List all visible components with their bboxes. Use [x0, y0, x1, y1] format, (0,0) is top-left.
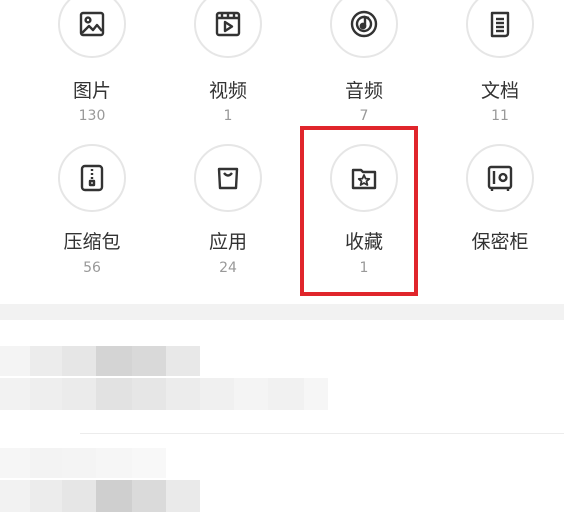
highlight-box — [300, 126, 418, 296]
list-divider — [80, 433, 564, 434]
blurred-item-subtitle — [0, 378, 338, 410]
blurred-item-title-2 — [0, 448, 300, 478]
category-safe[interactable]: 保密柜 — [430, 0, 564, 253]
category-archives[interactable]: 压缩包 56 — [22, 0, 162, 276]
zip-icon — [58, 144, 126, 212]
category-count: 24 — [219, 260, 237, 276]
app-bag-icon — [194, 144, 262, 212]
safe-icon — [466, 144, 534, 212]
category-label: 保密柜 — [471, 231, 529, 253]
category-grid: 图片 130 视频 1 音频 7 文档 11 压缩包 56 应用 24 收藏 1… — [0, 0, 564, 300]
file-manager-screen: 图片 130 视频 1 音频 7 文档 11 压缩包 56 应用 24 收藏 1… — [0, 0, 564, 529]
category-count: 56 — [83, 260, 101, 276]
category-label: 压缩包 — [63, 231, 121, 253]
blurred-item-title — [0, 346, 200, 376]
category-apps[interactable]: 应用 24 — [158, 0, 298, 276]
blurred-item-subtitle-2 — [0, 480, 200, 512]
category-label: 应用 — [208, 231, 247, 253]
section-divider — [0, 304, 564, 320]
